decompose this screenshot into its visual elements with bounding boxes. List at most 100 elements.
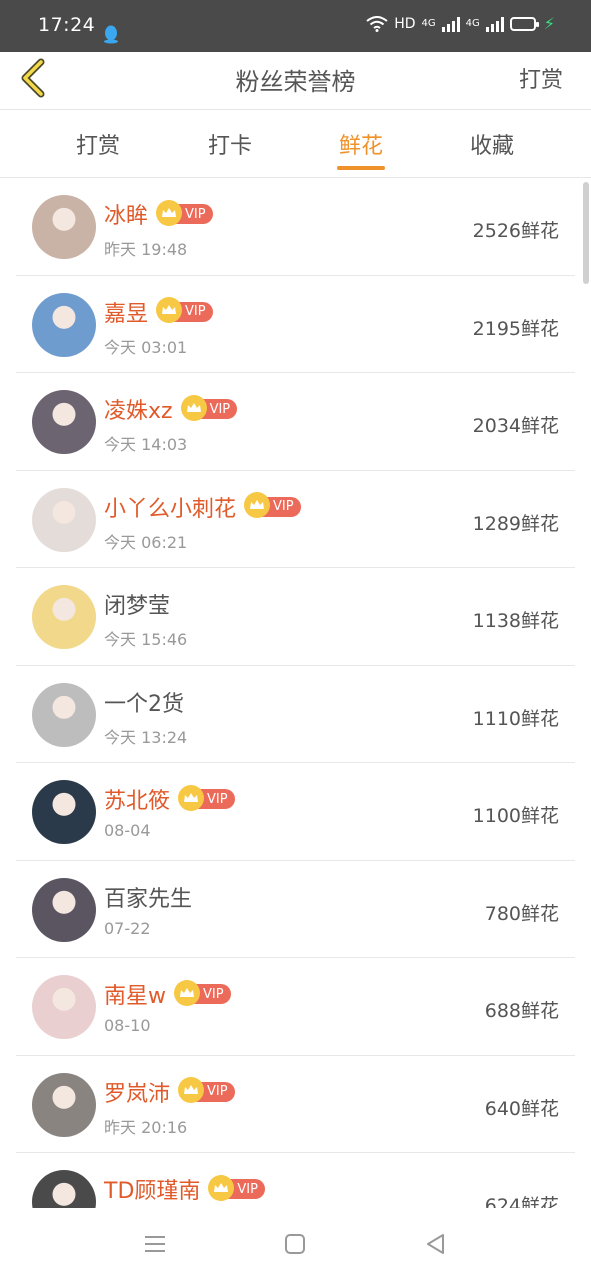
- vip-label: VIP: [203, 986, 224, 1002]
- fan-row[interactable]: 一个2货今天 13:24 1110鲜花: [16, 666, 575, 763]
- fan-name[interactable]: TD顾瑾南: [104, 1173, 200, 1205]
- tab-favorites[interactable]: 收藏: [452, 128, 532, 160]
- avatar[interactable]: [32, 1072, 96, 1137]
- fan-time: 今天 13:24: [104, 727, 188, 747]
- avatar[interactable]: [32, 975, 96, 1039]
- fan-name[interactable]: 冰眸: [104, 198, 148, 230]
- tab-reward[interactable]: 打赏: [58, 128, 138, 160]
- name-line: 嘉昱 VIP: [104, 296, 213, 328]
- name-line: 凌姝xz VIP: [104, 393, 238, 425]
- fan-name[interactable]: 闭梦莹: [104, 588, 170, 620]
- avatar[interactable]: [32, 487, 96, 552]
- name-line: 百家先生: [104, 881, 192, 913]
- vip-badge: VIP: [244, 492, 301, 518]
- fan-time: 今天 15:46: [104, 630, 188, 649]
- flower-count: 1100鲜花: [472, 805, 559, 827]
- fan-ranking-list[interactable]: 冰眸 VIP 昨天 19:48 2526鲜花 嘉昱 VIP 今天 03:01 2195鲜花 凌姝…: [0, 178, 591, 1208]
- vip-label: VIP: [185, 304, 206, 319]
- fan-time: 今天 14:03: [104, 435, 188, 454]
- avatar[interactable]: [32, 877, 96, 942]
- fan-row[interactable]: TD顾瑾南 VIP 624鲜花: [16, 1153, 575, 1208]
- crown-icon: [208, 1174, 235, 1201]
- vip-label: VIP: [273, 499, 294, 514]
- flower-count: 624鲜花: [484, 1195, 559, 1208]
- fan-name[interactable]: 罗岚沛: [104, 1076, 170, 1108]
- fan-name[interactable]: 苏北筱: [104, 783, 170, 815]
- fan-row[interactable]: 苏北筱 VIP 08-04 1100鲜花: [16, 763, 575, 861]
- crown-icon: [156, 199, 183, 226]
- fan-row[interactable]: 凌姝xz VIP 今天 14:03 2034鲜花: [16, 373, 575, 471]
- fan-time: 07-22: [104, 918, 151, 938]
- qq-notification-icon: [104, 25, 118, 44]
- fan-name[interactable]: 凌姝xz: [104, 393, 173, 425]
- avatar[interactable]: [32, 585, 96, 649]
- vip-label: VIP: [209, 401, 231, 417]
- fan-time: 08-10: [104, 1016, 151, 1035]
- home-button[interactable]: [281, 1230, 309, 1258]
- fan-name[interactable]: 小丫么小刺花: [104, 491, 236, 523]
- fan-time: 08-04: [104, 821, 151, 840]
- fan-name[interactable]: 嘉昱: [104, 296, 148, 328]
- battery-icon: [509, 16, 539, 31]
- avatar[interactable]: [32, 292, 96, 357]
- flower-count: 780鲜花: [484, 902, 559, 925]
- avatar[interactable]: [32, 1170, 96, 1208]
- reward-button[interactable]: 打赏: [519, 62, 563, 94]
- crown-icon: [174, 979, 200, 1006]
- fan-row[interactable]: 嘉昱 VIP 今天 03:01 2195鲜花: [16, 276, 575, 373]
- name-line: 冰眸 VIP: [104, 198, 213, 230]
- fan-row[interactable]: 罗岚沛 VIP 昨天 20:16 640鲜花: [16, 1056, 575, 1153]
- avatar[interactable]: [32, 195, 96, 259]
- charging-icon: ⚡: [543, 14, 555, 33]
- flower-count: 1138鲜花: [472, 610, 559, 632]
- crown-icon: [178, 1077, 205, 1103]
- flower-count: 2195鲜花: [472, 317, 559, 340]
- crown-icon: [244, 492, 271, 518]
- crown-icon: [156, 297, 183, 323]
- fan-row[interactable]: 闭梦莹今天 15:46 1138鲜花: [16, 568, 575, 666]
- menu-button[interactable]: [141, 1230, 169, 1258]
- flower-count: 640鲜花: [484, 1097, 559, 1120]
- tab-checkin[interactable]: 打卡: [190, 128, 270, 160]
- vip-label: VIP: [237, 1181, 258, 1197]
- vip-badge: VIP: [208, 1174, 265, 1201]
- system-nav-bar: [0, 1208, 591, 1280]
- vip-label: VIP: [207, 1084, 228, 1099]
- status-icons: HD 4G 4G ⚡: [366, 14, 555, 33]
- scrollbar[interactable]: [583, 182, 589, 284]
- flower-count: 1110鲜花: [472, 707, 559, 730]
- tab-bar: 打赏 打卡 鲜花 收藏: [0, 110, 591, 178]
- vip-badge: VIP: [156, 297, 213, 323]
- name-line: TD顾瑾南 VIP: [104, 1173, 265, 1205]
- avatar[interactable]: [32, 682, 96, 747]
- fan-row[interactable]: 冰眸 VIP 昨天 19:48 2526鲜花: [16, 178, 575, 276]
- fan-name[interactable]: 南星w: [104, 978, 166, 1010]
- vip-badge: VIP: [178, 1077, 235, 1103]
- avatar[interactable]: [32, 390, 96, 454]
- active-tab-indicator: [337, 166, 385, 170]
- fan-name[interactable]: 一个2货: [104, 686, 184, 718]
- vip-badge: VIP: [174, 979, 231, 1006]
- fan-time: 昨天 20:16: [104, 1117, 188, 1137]
- flower-count: 688鲜花: [484, 1000, 559, 1022]
- status-bar: 17:24 HD 4G 4G ⚡: [0, 0, 591, 52]
- fan-row[interactable]: 小丫么小刺花 VIP 今天 06:21 1289鲜花: [16, 471, 575, 568]
- name-line: 苏北筱 VIP: [104, 783, 235, 815]
- menu-icon: [145, 1236, 165, 1252]
- tab-flowers[interactable]: 鲜花: [321, 128, 401, 160]
- vip-badge: VIP: [180, 394, 238, 421]
- avatar[interactable]: [32, 780, 96, 844]
- vip-badge: VIP: [156, 199, 213, 226]
- fan-time: 昨天 19:48: [104, 240, 188, 259]
- fan-name[interactable]: 百家先生: [104, 881, 192, 913]
- fan-time: 今天 06:21: [104, 532, 188, 552]
- name-line: 南星w VIP: [104, 978, 231, 1010]
- hd-label: HD: [394, 15, 416, 32]
- flower-count: 1289鲜花: [472, 512, 559, 535]
- back-nav-button[interactable]: [421, 1230, 449, 1258]
- fan-row[interactable]: 百家先生 07-22 780鲜花: [16, 861, 575, 958]
- fan-row[interactable]: 南星w VIP 08-10 688鲜花: [16, 958, 575, 1056]
- home-square-icon: [285, 1234, 305, 1254]
- signal-1-icon: [441, 16, 460, 32]
- wifi-icon: [366, 15, 388, 32]
